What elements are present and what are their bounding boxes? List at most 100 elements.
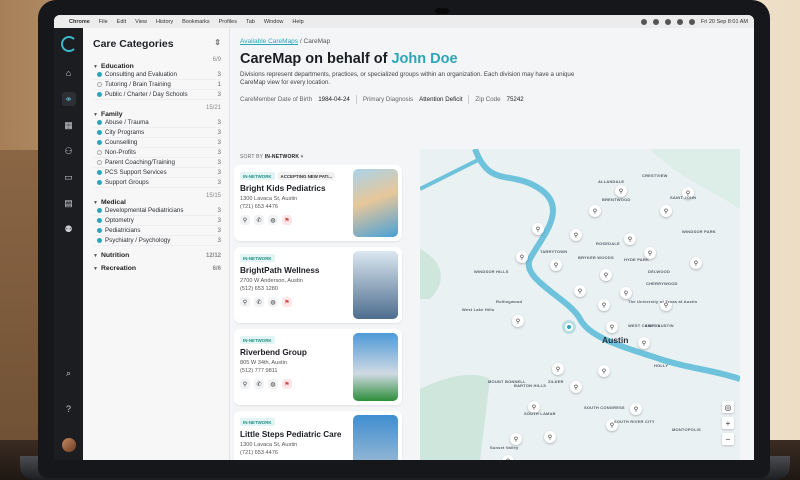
category-item[interactable]: Pediatricians 3 [93, 226, 221, 236]
checkbox[interactable] [97, 72, 102, 77]
category-item[interactable]: Counselling 3 [93, 138, 221, 148]
map-pin-icon[interactable]: ⚲ [544, 431, 556, 443]
globe-icon[interactable]: ◍ [268, 297, 278, 308]
category-item[interactable]: Support Groups 3 [93, 178, 221, 188]
flag-icon[interactable]: ⚑ [282, 297, 292, 308]
phone-icon[interactable]: ✆ [254, 379, 264, 390]
sort-dropdown[interactable]: SORT BY IN-NETWORK ▾ [240, 154, 303, 160]
category-item[interactable]: Tutoring / Brain Training 1 [93, 80, 221, 90]
checkbox[interactable] [97, 160, 102, 165]
menu-tab[interactable]: Tab [246, 19, 255, 25]
phone-icon[interactable]: ✆ [254, 297, 264, 308]
globe-icon[interactable]: ◍ [268, 215, 278, 226]
map-pin-icon[interactable]: ⚲ [624, 233, 636, 245]
sort-toggle-icon[interactable]: ⇕ [214, 38, 221, 50]
provider-name[interactable]: Riverbend Group [240, 348, 355, 357]
provider-card[interactable]: IN-NETWORK Riverbend Group 805 W 34th, A… [234, 329, 402, 405]
network-icon[interactable]: ⚭ [61, 92, 76, 106]
wifi-icon[interactable] [688, 18, 695, 25]
avatar[interactable] [61, 438, 76, 452]
map[interactable]: Austin ⚲⚲⚲⚲⚲⚲⚲⚲⚲⚲⚲⚲⚲⚲⚲⚲⚲⚲⚲⚲⚲⚲⚲⚲⚲⚲⚲⚲ ALLA… [420, 149, 740, 460]
provider-name[interactable]: Little Steps Pediatric Care [240, 430, 355, 439]
zoom-out-button[interactable]: − [722, 433, 734, 445]
provider-card[interactable]: IN-NETWORK ACCEPTING NEW PATI... Bright K… [234, 165, 402, 241]
globe-icon[interactable]: ◍ [268, 379, 278, 390]
map-pin-icon[interactable]: ⚲ [550, 259, 562, 271]
map-pin-icon[interactable]: ⚲ [598, 299, 610, 311]
building-icon[interactable]: ▦ [62, 118, 76, 132]
people-icon[interactable]: ⚇ [62, 144, 76, 158]
category-item[interactable]: Developmental Pediatricians 3 [93, 206, 221, 216]
help-icon[interactable]: ? [62, 402, 76, 416]
checkbox[interactable] [97, 180, 102, 185]
checkbox[interactable] [97, 208, 102, 213]
checkbox[interactable] [97, 130, 102, 135]
location-icon[interactable]: ⚲ [240, 215, 250, 226]
clock[interactable]: Fri 20 Sep 8:01 AM [701, 19, 748, 25]
menubar-app[interactable]: Chrome [69, 19, 90, 25]
map-pin-icon[interactable]: ⚲ [570, 229, 582, 241]
category-item[interactable]: City Programs 3 [93, 128, 221, 138]
map-pin-icon[interactable]: ⚲ [510, 433, 522, 445]
tray-app-icon[interactable] [652, 18, 659, 25]
menu-profiles[interactable]: Profiles [219, 19, 237, 25]
checkbox[interactable] [97, 150, 102, 155]
menu-view[interactable]: View [135, 19, 147, 25]
home-icon[interactable]: ⌂ [62, 66, 76, 80]
map-pin-icon[interactable]: ⚲ [552, 363, 564, 375]
map-pin-icon[interactable]: ⚲ [630, 403, 642, 415]
map-pin-icon[interactable]: ⚲ [598, 365, 610, 377]
map-pin-icon[interactable]: ⚲ [615, 185, 627, 197]
tray-app-icon[interactable] [640, 18, 647, 25]
category-item[interactable]: Consulting and Evaluation 3 [93, 70, 221, 80]
map-pin-icon[interactable]: ⚲ [502, 455, 514, 460]
map-pin-icon[interactable]: ⚲ [638, 337, 650, 349]
group-header[interactable]: ▼ Education [93, 63, 221, 70]
category-item[interactable]: Parent Coaching/Training 3 [93, 158, 221, 168]
menu-file[interactable]: File [99, 19, 108, 25]
menu-window[interactable]: Window [264, 19, 284, 25]
menu-history[interactable]: History [156, 19, 173, 25]
map-pin-icon[interactable]: ⚲ [660, 205, 672, 217]
map-pin-icon[interactable]: ⚲ [570, 381, 582, 393]
category-item[interactable]: Psychiatry / Psychology 3 [93, 236, 221, 246]
breadcrumb-link[interactable]: Available CareMaps [240, 38, 298, 45]
location-icon[interactable]: ⚲ [240, 297, 250, 308]
locate-button[interactable]: ◎ [722, 401, 734, 413]
flag-icon[interactable]: ⚑ [282, 215, 292, 226]
group-header[interactable]: ▼ Nutrition 12/12 [93, 252, 221, 259]
map-pin-icon[interactable]: ⚲ [532, 223, 544, 235]
checkbox[interactable] [97, 92, 102, 97]
provider-name[interactable]: Bright Kids Pediatrics [240, 184, 355, 193]
checkbox[interactable] [97, 238, 102, 243]
phone-icon[interactable]: ✆ [254, 215, 264, 226]
provider-name[interactable]: BrightPath Wellness [240, 266, 355, 275]
tray-app-icon[interactable] [664, 18, 671, 25]
category-item[interactable]: Abuse / Trauma 3 [93, 118, 221, 128]
category-item[interactable]: Optometry 3 [93, 216, 221, 226]
checkbox[interactable] [97, 140, 102, 145]
category-item[interactable]: PCS Support Services 3 [93, 168, 221, 178]
map-pin-icon[interactable]: ⚲ [620, 287, 632, 299]
provider-card[interactable]: IN-NETWORK Little Steps Pediatric Care 1… [234, 411, 402, 460]
card-icon[interactable]: ▭ [62, 170, 76, 184]
flag-icon[interactable]: ⚑ [282, 379, 292, 390]
map-pin-icon[interactable]: ⚲ [606, 321, 618, 333]
zoom-in-button[interactable]: + [722, 417, 734, 429]
category-item[interactable]: Non-Profits 3 [93, 148, 221, 158]
menu-edit[interactable]: Edit [117, 19, 126, 25]
map-pin-icon[interactable]: ⚲ [690, 257, 702, 269]
menu-bookmarks[interactable]: Bookmarks [182, 19, 210, 25]
checkbox[interactable] [97, 218, 102, 223]
menu-help[interactable]: Help [292, 19, 303, 25]
map-pin-icon[interactable]: ⚲ [574, 285, 586, 297]
map-pin-icon[interactable]: ⚲ [512, 315, 524, 327]
map-pin-icon[interactable]: ⚲ [589, 205, 601, 217]
provider-card[interactable]: IN-NETWORK BrightPath Wellness 2700 W An… [234, 247, 402, 323]
map-pin-icon[interactable]: ⚲ [516, 251, 528, 263]
checkbox[interactable] [97, 120, 102, 125]
app-logo[interactable] [60, 36, 77, 52]
checkbox[interactable] [97, 82, 102, 87]
group-icon[interactable]: ⚉ [62, 222, 76, 236]
group-header[interactable]: ▼ Family [93, 111, 221, 118]
